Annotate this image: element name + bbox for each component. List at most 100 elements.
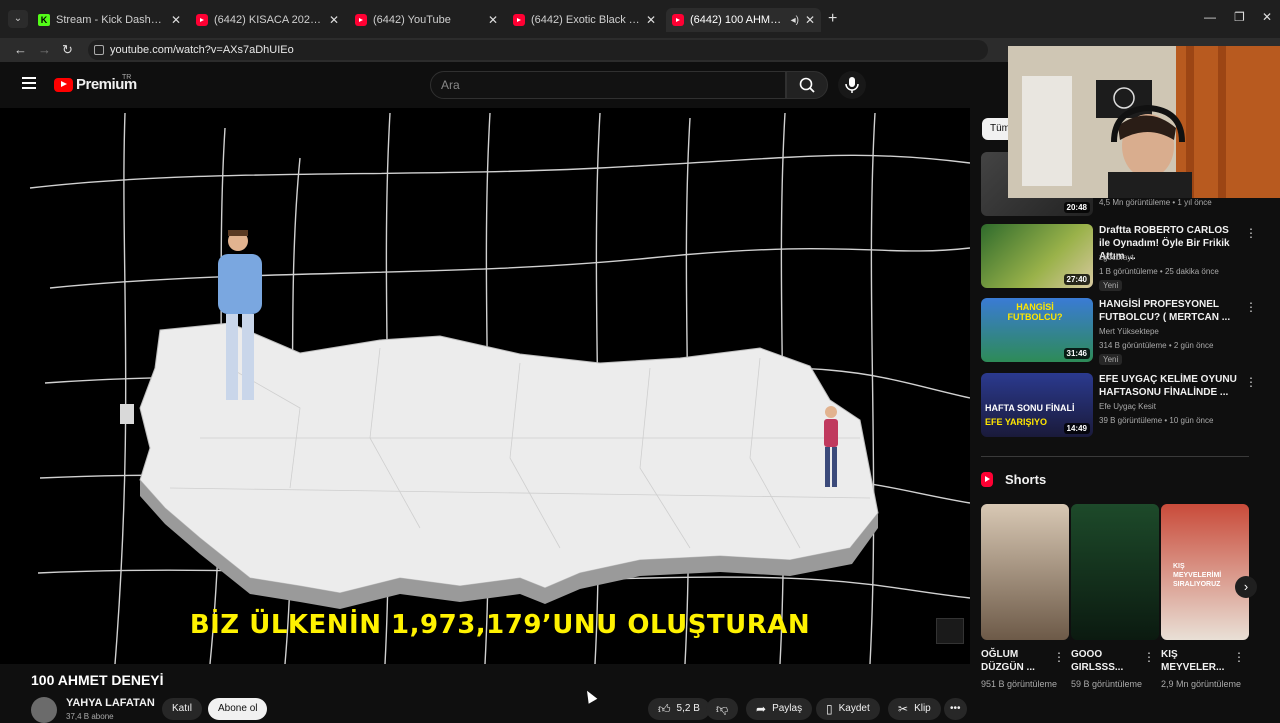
close-icon[interactable]: ✕ — [805, 13, 815, 27]
video-title: EFE UYGAÇ KELİME OYUNU HAFTASONU FİNALİN… — [1099, 374, 1237, 398]
channel-name[interactable]: Mert Yüksektepe — [1099, 327, 1159, 336]
more-vert-icon[interactable]: ⋮ — [1245, 226, 1257, 240]
channel-watermark[interactable] — [936, 618, 964, 644]
video-thumbnail: 27:40 — [981, 224, 1093, 288]
video-duration: 27:40 — [1063, 274, 1090, 285]
more-actions-button[interactable]: ••• — [944, 698, 967, 720]
short-item[interactable]: KIŞ MEYVELERİMİ SIRALIYORUZ KIŞ MEYVELER… — [1161, 504, 1249, 690]
close-icon[interactable]: ✕ — [329, 13, 339, 27]
search-icon — [799, 77, 815, 93]
clip-button[interactable]: ✂ Klip — [888, 698, 941, 720]
channel-name[interactable]: YAHYA LAFATAN — [66, 697, 155, 709]
more-icon: ••• — [950, 703, 961, 714]
channel-avatar[interactable] — [31, 697, 57, 723]
dislike-button[interactable]: 👎︎ — [706, 698, 739, 720]
browser-tab-strip: ⌄ K Stream - Kick Dashboard ✕ (6442) KIS… — [0, 0, 1280, 38]
shorts-icon — [981, 472, 993, 487]
subscribe-button[interactable]: Abone ol — [208, 698, 268, 720]
tab-kick-dashboard[interactable]: K Stream - Kick Dashboard ✕ — [32, 8, 187, 32]
close-icon[interactable]: ✕ — [488, 13, 498, 27]
back-icon[interactable]: ← — [14, 42, 27, 57]
short-views: 59 B görüntüleme — [1071, 679, 1143, 689]
join-label: Katıl — [172, 703, 193, 714]
subscribe-label: Abone ol — [218, 703, 258, 714]
url-field[interactable]: youtube.com/watch?v=AXs7aDhUIEo — [88, 40, 988, 60]
turkey-map-animation — [29, 112, 970, 664]
short-item[interactable]: GOOO GIRLSSS... ⋮ 59 B görüntüleme — [1071, 504, 1159, 690]
more-vert-icon[interactable]: ⋮ — [1143, 650, 1155, 664]
video-caption: BİZ ÜLKENİN 1,973,179’UNU OLUŞTURAN — [189, 610, 811, 640]
search-input[interactable]: Ara — [430, 71, 786, 99]
new-badge: Yeni — [1099, 354, 1123, 365]
tab-youtube[interactable]: (6442) YouTube ✕ — [349, 8, 504, 32]
tab-title: (6442) KISACA 2025 - YouTube — [214, 14, 323, 26]
new-badge: Yeni — [1099, 280, 1123, 291]
join-button[interactable]: Katıl — [162, 698, 203, 720]
site-info-icon[interactable] — [94, 45, 104, 55]
short-title: OĞLUM DÜZGÜN ... — [981, 649, 1035, 673]
list-item[interactable]: HAFTA SONU FİNALİ EFE YARIŞIYO 14:49 EFE… — [981, 373, 1257, 443]
share-button[interactable]: ➦ Paylaş — [746, 698, 813, 720]
shorts-next-button[interactable]: › — [1235, 576, 1257, 598]
speaker-icon[interactable]: ◂) — [791, 15, 799, 26]
short-thumbnail — [1071, 504, 1159, 640]
youtube-icon — [355, 14, 367, 26]
new-tab-button[interactable]: + — [828, 10, 837, 28]
video-thumbnail: HAFTA SONU FİNALİ EFE YARIŞIYO 14:49 — [981, 373, 1093, 437]
forward-icon[interactable]: → — [38, 42, 51, 57]
thumbs-down-icon: 👎︎ — [716, 702, 729, 716]
more-vert-icon[interactable]: ⋮ — [1245, 300, 1257, 314]
chevron-right-icon: › — [1243, 579, 1249, 594]
tab-search-button[interactable]: ⌄ — [8, 10, 28, 28]
window-close-icon[interactable]: ✕ — [1262, 10, 1272, 24]
save-button[interactable]: ▯ Kaydet — [816, 698, 880, 720]
tab-100-ahmet[interactable]: (6442) 100 AHMET DENEYİ ◂) ✕ — [666, 8, 821, 32]
like-button[interactable]: 👍︎ 5,2 B — [648, 698, 710, 720]
youtube-header: Premium TR Ara — [0, 62, 1000, 108]
close-icon[interactable]: ✕ — [646, 13, 656, 27]
short-thumbnail — [981, 504, 1069, 640]
minimize-icon[interactable]: — — [1204, 10, 1216, 24]
kick-icon: K — [38, 14, 50, 26]
tab-title: (6442) YouTube — [373, 14, 451, 26]
webcam-overlay — [1008, 46, 1280, 198]
list-item[interactable]: HANGİSİ FUTBOLCU? 31:46 HANGİSİ PROFESYO… — [981, 298, 1257, 368]
close-icon[interactable]: ✕ — [171, 13, 181, 27]
webcam-feed — [1008, 46, 1280, 198]
video-meta: 39 B görüntüleme • 10 gün önce — [1099, 416, 1214, 425]
tab-kisaca[interactable]: (6442) KISACA 2025 - YouTube ✕ — [190, 8, 345, 32]
url-text: youtube.com/watch?v=AXs7aDhUIEo — [110, 44, 294, 56]
menu-icon[interactable] — [22, 77, 36, 92]
more-vert-icon[interactable]: ⋮ — [1233, 650, 1245, 664]
reload-icon[interactable]: ↻ — [62, 42, 73, 58]
microphone-icon — [845, 77, 859, 93]
channel-name[interactable]: zgocbrayt — [1099, 253, 1134, 262]
more-vert-icon[interactable]: ⋮ — [1245, 375, 1257, 389]
voice-search-button[interactable] — [838, 71, 866, 99]
video-meta: 314 B görüntüleme • 2 gün önce — [1099, 341, 1214, 350]
channel-name[interactable]: Efe Uygaç Kesit — [1099, 402, 1156, 411]
tab-exotic-black[interactable]: (6442) Exotic Black TV - YouTub ✕ — [507, 8, 662, 32]
short-views: 951 B görüntüleme — [981, 679, 1058, 689]
video-duration: 20:48 — [1063, 202, 1090, 213]
video-title: 100 AHMET DENEYİ — [31, 672, 164, 688]
video-player[interactable]: BİZ ÜLKENİN 1,973,179’UNU OLUŞTURAN — [0, 108, 970, 664]
clip-label: Klip — [914, 703, 931, 714]
video-duration: 31:46 — [1063, 348, 1090, 359]
list-item[interactable]: 27:40 Draftta ROBERTO CARLOS ile Oynadım… — [981, 224, 1257, 294]
thumbnail-text: HAFTA SONU FİNALİ — [985, 403, 1075, 413]
search-button[interactable] — [786, 71, 828, 99]
tab-title: (6442) 100 AHMET DENEYİ — [690, 14, 787, 26]
save-label: Kaydet — [838, 703, 870, 714]
like-count: 5,2 B — [676, 703, 700, 714]
short-title: GOOO GIRLSSS... — [1071, 649, 1124, 673]
shorts-header: Shorts — [981, 472, 1046, 487]
video-duration: 14:49 — [1063, 423, 1090, 434]
short-thumbnail: KIŞ MEYVELERİMİ SIRALIYORUZ — [1161, 504, 1249, 640]
short-item[interactable]: OĞLUM DÜZGÜN ... ⋮ 951 B görüntüleme — [981, 504, 1069, 690]
mouse-cursor — [582, 688, 598, 704]
scissors-icon: ✂ — [898, 702, 909, 716]
restore-icon[interactable]: ❐ — [1234, 10, 1245, 24]
short-views: 2,9 Mn görüntüleme — [1161, 679, 1242, 689]
more-vert-icon[interactable]: ⋮ — [1053, 650, 1065, 664]
